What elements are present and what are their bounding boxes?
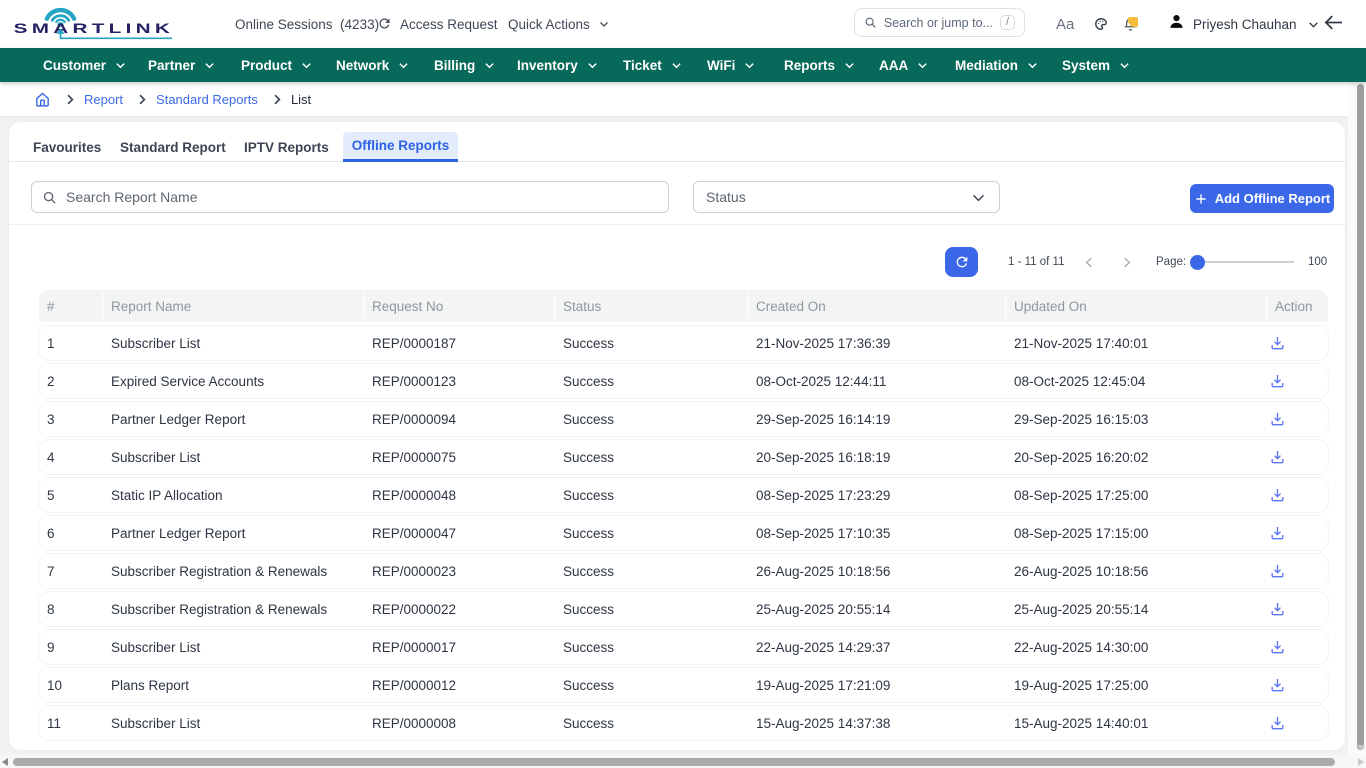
svg-text:SMARTLINK: SMARTLINK	[14, 20, 175, 36]
